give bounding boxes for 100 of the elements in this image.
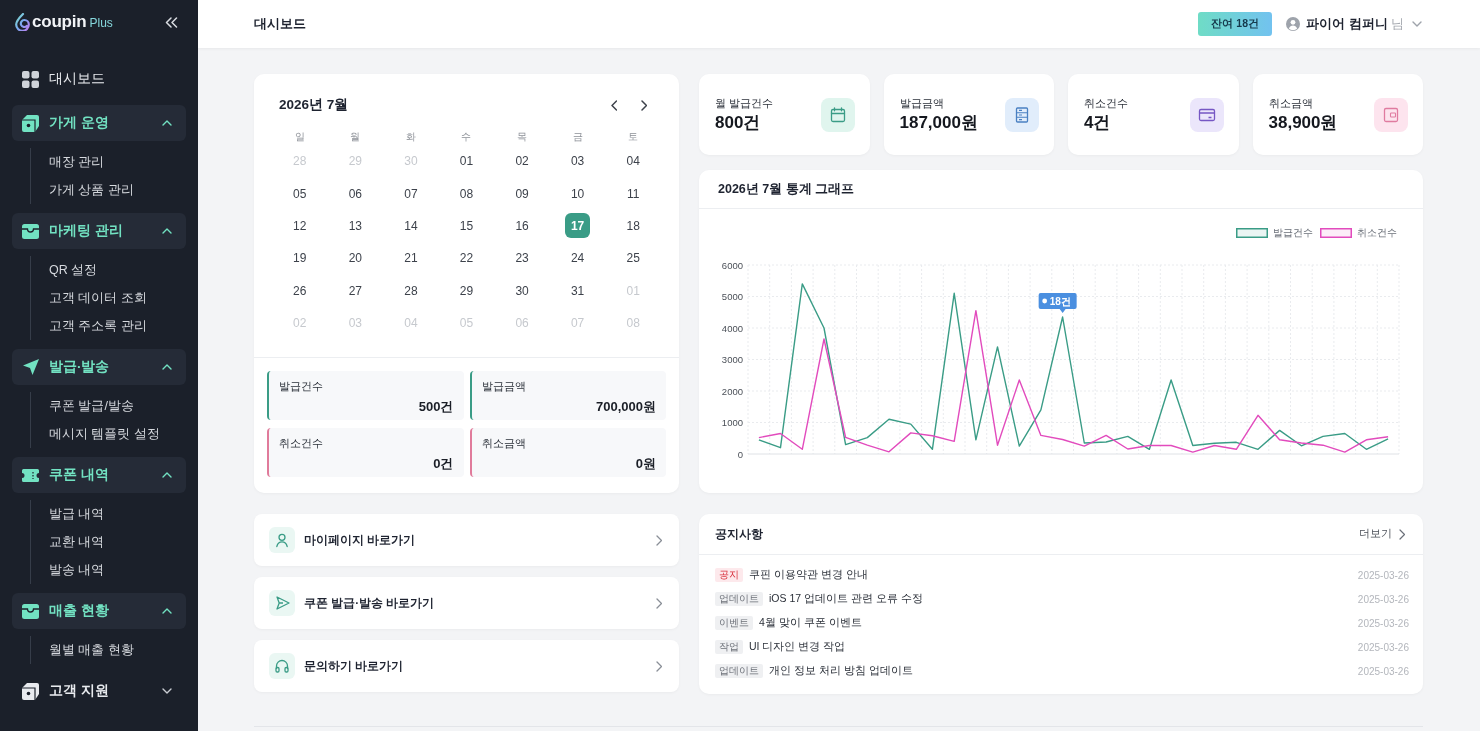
chevron-down-icon (1412, 21, 1422, 27)
summary-value: 500건 (418, 398, 454, 416)
calendar-day[interactable]: 26 (287, 278, 313, 304)
calendar-day[interactable]: 15 (454, 213, 479, 239)
notice-tag: 업데이트 (715, 664, 763, 678)
notice-date: 2025-03-26 (1357, 593, 1409, 605)
notice-tag: 업데이트 (715, 592, 763, 606)
menu-group-button[interactable]: 고객 지원 (12, 673, 186, 709)
submenu-link[interactable]: 월별 매출 현황 (49, 636, 186, 664)
logo-suffix: Plus (89, 16, 113, 30)
calendar-day[interactable]: 03 (565, 148, 591, 174)
calendar-day[interactable]: 29 (454, 278, 479, 304)
stat-label: 발급금액 (899, 95, 945, 110)
calendar-day[interactable]: 20 (342, 245, 368, 271)
box-icon (22, 114, 39, 132)
submenu-link[interactable]: 메시지 템플릿 설정 (49, 420, 186, 448)
summary-label: 발급건수 (279, 380, 324, 393)
submenu-link[interactable]: 고객 데이터 조회 (49, 284, 186, 312)
notice-tag: 공지 (715, 568, 743, 582)
summary-value: 0원 (635, 455, 656, 473)
weekday-label: 토 (628, 130, 639, 144)
notice-tag: 작업 (715, 640, 743, 654)
calendar-day[interactable]: 11 (620, 181, 646, 207)
more-link[interactable]: 더보기 (1358, 527, 1405, 541)
y-axis-label: 2000 (721, 385, 743, 397)
submenu-link[interactable]: 가게 상품 관리 (49, 176, 186, 204)
calendar-day[interactable]: 19 (287, 245, 313, 271)
stat-value: 4건 (1084, 111, 1112, 134)
chevron-up-icon (162, 364, 172, 370)
calendar-day[interactable]: 08 (454, 181, 479, 207)
calendar-day[interactable]: 04 (620, 148, 646, 174)
navigation-arrow-icon (22, 359, 39, 375)
quick-link-button[interactable]: 쿠폰 발급·발송 바로가기 (254, 577, 679, 629)
user-menu-button[interactable]: 파이어 컴퍼니 님 (1286, 15, 1422, 33)
menu-group-button[interactable]: 쿠폰 내역 (12, 457, 186, 493)
summary-label: 취소금액 (481, 437, 527, 450)
calendar-day[interactable]: 30 (509, 278, 535, 304)
calendar-day[interactable]: 25 (620, 245, 646, 271)
menu-link[interactable]: 대시보드 (12, 61, 186, 97)
calendar-day[interactable]: 05 (287, 181, 313, 207)
calendar-day[interactable]: 06 (342, 181, 368, 207)
remaining-count-badge: 잔여 18건 (1198, 12, 1273, 36)
chevron-right-icon (655, 597, 662, 609)
chevron-up-icon (162, 608, 172, 614)
legend-swatch-icon (1236, 228, 1268, 238)
calendar-day[interactable]: 24 (565, 245, 591, 271)
calendar-month-title: 2026년 7월 (279, 96, 350, 114)
summary-value: 0건 (433, 455, 454, 473)
menu-group-button[interactable]: 마케팅 관리 (12, 213, 186, 249)
notice-title-link[interactable]: UI 디자인 변경 작업 (749, 640, 846, 652)
collapse-sidebar-button[interactable] (163, 14, 180, 30)
submenu-link[interactable]: 발급 내역 (49, 500, 186, 528)
chart-title: 2026년 7월 통계 그래프 (718, 180, 855, 198)
calendar-day[interactable]: 13 (342, 213, 368, 239)
stat-value: 38,900원 (1268, 111, 1339, 134)
notice-title-link[interactable]: 개인 정보 처리 방침 업데이트 (769, 664, 913, 676)
notice-title-link[interactable]: 쿠핀 이용약관 변경 안내 (749, 568, 868, 580)
submenu-link[interactable]: QR 설정 (49, 256, 186, 284)
tooltip-label: 18건 (1049, 295, 1071, 307)
calendar-day[interactable]: 27 (342, 278, 368, 304)
calendar-day[interactable]: 01 (454, 148, 479, 174)
tooltip-dot-icon (1042, 298, 1048, 304)
calendar-day[interactable]: 10 (565, 181, 591, 207)
legend-label: 발급건수 (1273, 226, 1313, 240)
calendar-day[interactable]: 16 (509, 213, 535, 239)
calendar-day[interactable]: 23 (509, 245, 535, 271)
quick-link-button[interactable]: 마이페이지 바로가기 (254, 514, 679, 566)
headset-icon (269, 653, 295, 679)
notice-date: 2025-03-26 (1357, 617, 1409, 629)
calendar-day[interactable]: 31 (565, 278, 591, 304)
y-axis-label: 1000 (721, 417, 743, 428)
chevron-up-icon (162, 472, 172, 478)
submenu-link[interactable]: 발송 내역 (49, 556, 186, 584)
tray-icon (22, 223, 39, 239)
calendar-day[interactable]: 22 (454, 245, 479, 271)
notice-title-link[interactable]: iOS 17 업데이트 관련 오류 수정 (769, 592, 923, 604)
grid-icon (22, 70, 39, 88)
calendar-day[interactable]: 09 (509, 181, 535, 207)
tray-icon (22, 603, 39, 619)
credit-card-icon (1189, 97, 1224, 132)
calendar-day[interactable]: 21 (398, 245, 424, 271)
submenu-link[interactable]: 교환 내역 (49, 528, 186, 556)
submenu-link[interactable]: 매장 관리 (49, 148, 186, 176)
calendar-day[interactable]: 28 (398, 278, 424, 304)
calendar-day[interactable]: 12 (287, 213, 313, 239)
calendar-day[interactable]: 18 (620, 213, 646, 239)
calendar-day[interactable]: 02 (509, 148, 535, 174)
submenu-link[interactable]: 고객 주소록 관리 (49, 312, 186, 340)
quick-link-button[interactable]: 문의하기 바로가기 (254, 640, 679, 692)
menu-group-button[interactable]: 가게 운영 (12, 105, 186, 141)
stat-value: 800건 (715, 111, 762, 134)
calendar-day[interactable]: 14 (398, 213, 424, 239)
calendar-day[interactable]: 07 (398, 181, 424, 207)
menu-group-button[interactable]: 매출 현황 (12, 593, 186, 629)
y-axis-label: 3000 (721, 354, 743, 365)
menu-group-button[interactable]: 발급·발송 (12, 349, 186, 385)
notice-title-link[interactable]: 4월 맞이 쿠폰 이벤트 (759, 616, 862, 628)
logo-text: coupin (32, 12, 87, 32)
calendar-icon (820, 97, 855, 132)
submenu-link[interactable]: 쿠폰 발급/발송 (49, 392, 186, 420)
